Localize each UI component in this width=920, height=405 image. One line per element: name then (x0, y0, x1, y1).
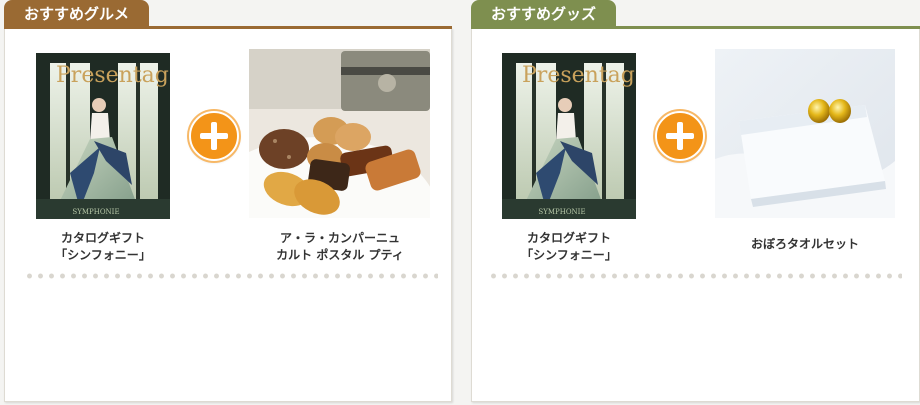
catalog-caption-line1: カタログギフト (60, 231, 145, 245)
sweets-caption-line2: カルト ポスタル プティ (276, 248, 404, 262)
catalog-logo-text: Presentage (522, 63, 636, 88)
gourmet-panel: おすすめグルメ SYMPHONIE Presentage カタログギフト 「シン… (0, 0, 452, 405)
catalog-caption-line1: カタログギフト (526, 231, 611, 245)
sweets-assortment-image[interactable] (249, 49, 430, 218)
plus-icon (189, 111, 239, 161)
towel-caption[interactable]: おぼろタオルセット (705, 236, 905, 253)
svg-text:SYMPHONIE: SYMPHONIE (72, 208, 119, 216)
catalog-book-image[interactable]: SYMPHONIE Presentage (502, 53, 636, 219)
svg-text:SYMPHONIE: SYMPHONIE (538, 208, 585, 216)
towel-caption-line1: おぼろタオルセット (750, 237, 859, 251)
catalog-caption-line2: 「シンフォニー」 (55, 248, 151, 262)
gourmet-tab[interactable]: おすすめグルメ (4, 0, 150, 28)
goods-panel: おすすめグッズ SYMPHONIE Presentage カタログギフト 「シン… (467, 0, 920, 405)
sweets-caption[interactable]: ア・ラ・カンパーニュ カルト ポスタル プティ (240, 230, 440, 264)
catalog-caption[interactable]: カタログギフト 「シンフォニー」 (496, 230, 642, 264)
sweets-caption-line1: ア・ラ・カンパーニュ (279, 231, 400, 245)
dotted-divider (488, 272, 902, 280)
catalog-caption-line2: 「シンフォニー」 (521, 248, 617, 262)
goods-tab[interactable]: おすすめグッズ (471, 0, 617, 28)
plus-icon (655, 111, 705, 161)
catalog-caption[interactable]: カタログギフト 「シンフォニー」 (30, 230, 176, 264)
towel-image[interactable] (715, 49, 895, 218)
catalog-logo-text: Presentage (56, 63, 170, 88)
dotted-divider (24, 272, 438, 280)
catalog-book-image[interactable]: SYMPHONIE Presentage (36, 53, 170, 219)
